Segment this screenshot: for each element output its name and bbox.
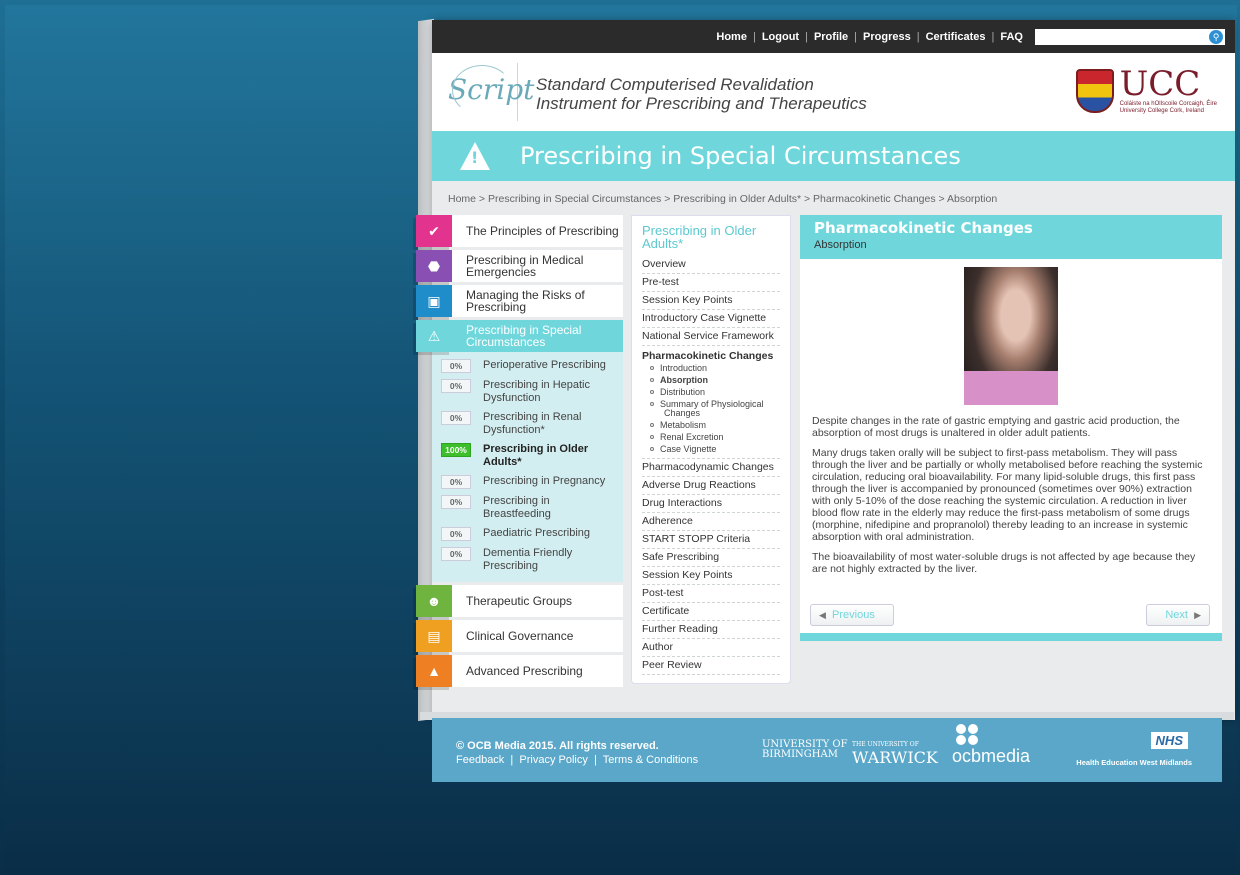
content-subtitle: Absorption xyxy=(814,239,867,251)
footer-links: Feedback | Privacy Policy | Terms & Cond… xyxy=(456,754,699,766)
search-icon[interactable]: ⚲ xyxy=(1209,29,1223,44)
nhs-logo: NHS xyxy=(1150,732,1188,749)
menu-nsf[interactable]: National Service Framework xyxy=(642,328,780,346)
subitem-breastfeeding[interactable]: 0% Prescribing in Breastfeeding xyxy=(432,492,623,524)
pill-icon: ✔ xyxy=(416,215,452,247)
ocbmedia-logo: ocbmedia xyxy=(952,746,1031,766)
subitem-dementia[interactable]: 0% Dementia Friendly Prescribing xyxy=(432,544,623,576)
document-icon: ▤ xyxy=(416,620,452,652)
previous-button[interactable]: ◀ Previous xyxy=(810,604,894,626)
menu-pharmacodynamic[interactable]: Pharmacodynamic Changes xyxy=(642,459,780,477)
menu-pretest[interactable]: Pre-test xyxy=(642,274,780,292)
terms-link[interactable]: Terms & Conditions xyxy=(603,754,698,766)
content-text: Despite changes in the rate of gastric e… xyxy=(812,415,1203,575)
feedback-link[interactable]: Feedback xyxy=(456,754,504,766)
menu-sub-summary[interactable]: Summary of Physiological Changes xyxy=(642,398,780,419)
section-banner: Prescribing in Special Circumstances xyxy=(432,131,1235,181)
page: Home | Logout | Profile | Progress | Certifi… xyxy=(416,20,1235,720)
menu-author[interactable]: Author xyxy=(642,639,780,657)
arrow-right-icon: ▶ xyxy=(1194,610,1201,620)
warning-icon xyxy=(460,142,490,170)
header: Script Standard Computerised Revalidatio… xyxy=(432,53,1235,131)
patient-photo xyxy=(964,267,1058,405)
nav-faq[interactable]: FAQ xyxy=(1000,31,1023,43)
warwick-logo: WARWICK xyxy=(852,748,938,767)
subitem-hepatic[interactable]: 0% Prescribing in Hepatic Dysfunction xyxy=(432,376,623,408)
menu-key-points-2[interactable]: Session Key Points xyxy=(642,567,780,585)
nav-clinical-governance[interactable]: ▤ Clinical Governance xyxy=(416,620,623,652)
search-input[interactable] xyxy=(1035,28,1225,45)
privacy-link[interactable]: Privacy Policy xyxy=(519,754,587,766)
nav-therapeutic-groups[interactable]: ☻ Therapeutic Groups xyxy=(416,585,623,617)
ocbmedia-icon xyxy=(956,724,980,746)
pager: ◀ Previous Next ▶ xyxy=(810,604,1210,626)
menu-interactions[interactable]: Drug Interactions xyxy=(642,495,780,513)
menu-sub-case[interactable]: Case Vignette xyxy=(642,443,780,459)
menu-case-vignette[interactable]: Introductory Case Vignette xyxy=(642,310,780,328)
warning-icon: ⚠ xyxy=(416,320,452,352)
birmingham-logo: UNIVERSITY OF BIRMINGHAM xyxy=(762,739,848,760)
menu-key-points[interactable]: Session Key Points xyxy=(642,292,780,310)
next-button[interactable]: Next ▶ xyxy=(1146,604,1210,626)
nav-progress[interactable]: Progress xyxy=(863,31,911,43)
content-title: Pharmacokinetic Changes xyxy=(814,219,1033,237)
nav-principles[interactable]: ✔ The Principles of Prescribing xyxy=(416,215,623,247)
module-menu: Prescribing in Older Adults* Overview Pr… xyxy=(631,215,791,684)
menu-adherence[interactable]: Adherence xyxy=(642,513,780,531)
ucc-crest-icon xyxy=(1075,69,1114,113)
subitem-perioperative[interactable]: 0% Perioperative Prescribing xyxy=(432,356,623,376)
menu-sub-distribution[interactable]: Distribution xyxy=(642,386,780,398)
menu-adr[interactable]: Adverse Drug Reactions xyxy=(642,477,780,495)
arrow-left-icon: ◀ xyxy=(819,610,826,620)
ucc-logo[interactable]: UCC Coláiste na hOllscoile Corcaigh, Éir… xyxy=(1075,67,1217,115)
nav-risks[interactable]: ▣ Managing the Risks of Prescribing xyxy=(416,285,623,317)
subitem-older-adults[interactable]: 100% Prescribing in Older Adults* xyxy=(432,440,623,472)
nav-logout[interactable]: Logout xyxy=(762,31,799,43)
subitem-paediatric[interactable]: 0% Paediatric Prescribing xyxy=(432,524,623,544)
nav-special-circumstances[interactable]: ⚠ Prescribing in Special Circumstances xyxy=(416,320,623,352)
menu-certificate[interactable]: Certificate xyxy=(642,603,780,621)
menu-further-reading[interactable]: Further Reading xyxy=(642,621,780,639)
camera-icon: ▣ xyxy=(416,285,452,317)
menu-sub-renal[interactable]: Renal Excretion xyxy=(642,431,780,443)
emergency-icon: ⬣ xyxy=(416,250,452,282)
footer: © OCB Media 2015. All rights reserved. F… xyxy=(432,718,1222,782)
menu-overview[interactable]: Overview xyxy=(642,256,780,274)
menu-sub-introduction[interactable]: Introduction xyxy=(642,362,780,374)
left-nav: ✔ The Principles of Prescribing ⬣ Prescr… xyxy=(416,215,623,690)
menu-posttest[interactable]: Post-test xyxy=(642,585,780,603)
content-card: Pharmacokinetic Changes Absorption Despi… xyxy=(800,215,1222,641)
menu-pharmacokinetic[interactable]: Pharmacokinetic Changes xyxy=(642,346,780,362)
nav-certificates[interactable]: Certificates xyxy=(926,31,986,43)
hewm-logo: Health Education West Midlands xyxy=(1076,758,1192,767)
copyright: © OCB Media 2015. All rights reserved. xyxy=(456,740,659,752)
menu-sub-metabolism[interactable]: Metabolism xyxy=(642,419,780,431)
people-icon: ☻ xyxy=(416,585,452,617)
menu-sub-absorption[interactable]: Absorption xyxy=(642,374,780,386)
script-logo[interactable]: Script xyxy=(448,63,534,121)
content-header: Pharmacokinetic Changes Absorption xyxy=(800,215,1222,259)
module-title: Prescribing in Older Adults* xyxy=(642,223,757,251)
subitem-pregnancy[interactable]: 0% Prescribing in Pregnancy xyxy=(432,472,623,492)
nav-emergencies[interactable]: ⬣ Prescribing in Medical Emergencies xyxy=(416,250,623,282)
subitem-renal[interactable]: 0% Prescribing in Renal Dysfunction* xyxy=(432,408,623,440)
menu-safe[interactable]: Safe Prescribing xyxy=(642,549,780,567)
nav-profile[interactable]: Profile xyxy=(814,31,848,43)
nav-home[interactable]: Home xyxy=(716,31,747,43)
menu-stopp[interactable]: START STOPP Criteria xyxy=(642,531,780,549)
breadcrumb[interactable]: Home > Prescribing in Special Circumstan… xyxy=(432,181,1235,215)
top-bar: Home | Logout | Profile | Progress | Certifi… xyxy=(432,20,1235,53)
site-title: Standard Computerised Revalidation Instr… xyxy=(536,75,867,113)
section-title: Prescribing in Special Circumstances xyxy=(520,142,961,170)
menu-peer-review[interactable]: Peer Review xyxy=(642,657,780,675)
top-nav: Home | Logout | Profile | Progress | Certifi… xyxy=(716,30,1023,43)
search-box: ⚲ xyxy=(1035,28,1225,45)
graduation-cap-icon: ▲ xyxy=(416,655,452,687)
subnav: 0% Perioperative Prescribing 0% Prescribin… xyxy=(432,352,623,582)
nav-advanced-prescribing[interactable]: ▲ Advanced Prescribing xyxy=(416,655,623,687)
